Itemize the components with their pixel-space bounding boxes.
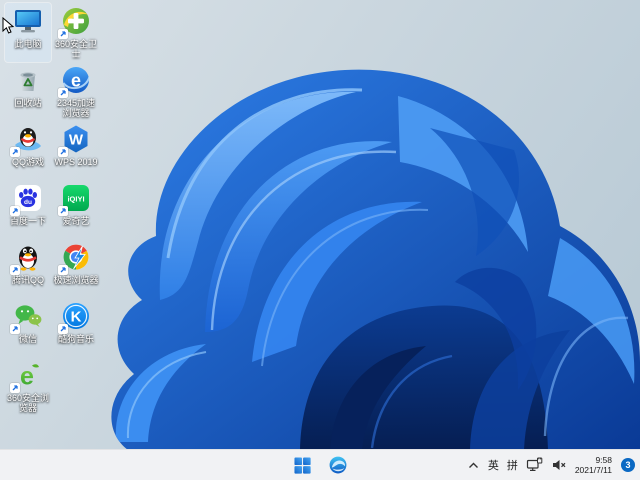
shortcut-arrow-icon [10, 324, 20, 334]
ime-mode-indicator[interactable]: 拼 [507, 457, 518, 473]
icon-label: 360安全卫士 [54, 39, 98, 59]
shortcut-arrow-icon [58, 147, 68, 157]
volume-muted-icon[interactable] [551, 457, 567, 473]
desktop-icon-baidu[interactable]: du 百度一下 [5, 180, 51, 239]
icon-label: 360安全浏览器 [6, 393, 50, 413]
edge-browser-button[interactable] [325, 452, 351, 478]
icon-label: 爱奇艺 [62, 216, 90, 226]
desktop[interactable]: 此电脑 回收站 QQ游戏 du 百度一下 腾讯QQ 微信 e 360安全浏览器 … [0, 0, 640, 450]
this-pc-icon [12, 5, 44, 37]
desktop-icon-qq-games[interactable]: QQ游戏 [5, 121, 51, 180]
shortcut-arrow-icon [10, 206, 20, 216]
svg-text:iQIYI: iQIYI [67, 195, 84, 204]
icon-label: QQ游戏 [11, 157, 44, 167]
desktop-icon-speed-browser[interactable]: 极速浏览器 [53, 239, 99, 298]
shortcut-arrow-icon [10, 383, 20, 393]
desktop-icon-grid: 此电脑 回收站 QQ游戏 du 百度一下 腾讯QQ 微信 e 360安全浏览器 … [4, 2, 100, 447]
desktop-icon-360-safety[interactable]: 360安全卫士 [53, 3, 99, 62]
icon-label: 此电脑 [14, 39, 42, 49]
desktop-icon-360-browser[interactable]: e 360安全浏览器 [5, 357, 51, 416]
speed-browser-icon [58, 241, 92, 275]
edge-icon [329, 456, 347, 474]
shortcut-arrow-icon [10, 147, 20, 157]
qq-games-icon [10, 123, 44, 157]
clock-date: 2021/7/11 [574, 465, 612, 475]
icon-label: 酷狗音乐 [57, 334, 94, 344]
baidu-paw-icon: du [10, 182, 44, 216]
svg-text:K: K [71, 309, 82, 326]
shortcut-arrow-icon [10, 265, 20, 275]
svg-text:W: W [69, 132, 84, 149]
tray-chevron-up-icon[interactable] [467, 459, 480, 472]
wechat-icon [10, 300, 44, 334]
icon-label: 回收站 [14, 98, 42, 108]
taskbar-center-icons [289, 452, 351, 478]
system-tray: 英 拼 9:58 2021/7/11 3 [467, 450, 635, 480]
desktop-icon-wps-2019[interactable]: W WPS 2019 [53, 121, 99, 180]
desktop-icon-2345-browser[interactable]: e 2345加速浏览器 [53, 62, 99, 121]
360-browser-icon: e [10, 359, 44, 393]
shortcut-arrow-icon [58, 206, 68, 216]
2345-browser-icon: e [58, 64, 92, 98]
desktop-icon-iqiyi[interactable]: iQIYI 爱奇艺 [53, 180, 99, 239]
recycle-bin-icon [12, 64, 44, 96]
360-safety-icon [58, 5, 92, 39]
shortcut-arrow-icon [58, 29, 68, 39]
icon-label: 微信 [18, 334, 37, 344]
icon-label: 2345加速浏览器 [56, 98, 96, 118]
ime-language-indicator[interactable]: 英 [488, 457, 499, 473]
desktop-icon-this-pc[interactable]: 此电脑 [4, 2, 52, 63]
network-ethernet-icon[interactable] [526, 457, 543, 473]
shortcut-arrow-icon [58, 88, 68, 98]
start-button[interactable] [289, 452, 315, 478]
taskbar: 英 拼 9:58 2021/7/11 3 [0, 449, 640, 480]
desktop-icon-kugou-music[interactable]: K 酷狗音乐 [53, 298, 99, 357]
icon-label: 极速浏览器 [53, 275, 99, 285]
svg-text:e: e [20, 363, 34, 391]
iqiyi-icon: iQIYI [58, 182, 92, 216]
notification-count-badge[interactable]: 3 [621, 458, 635, 472]
wps-icon: W [58, 123, 92, 157]
tencent-qq-icon [10, 241, 44, 275]
desktop-icon-tencent-qq[interactable]: 腾讯QQ [5, 239, 51, 298]
desktop-icon-recycle-bin[interactable]: 回收站 [5, 62, 51, 121]
icon-label: 百度一下 [9, 216, 46, 226]
kugou-icon: K [58, 300, 92, 334]
icon-label: WPS 2019 [54, 157, 98, 167]
shortcut-arrow-icon [58, 265, 68, 275]
clock[interactable]: 9:58 2021/7/11 [575, 455, 612, 475]
windows-logo-icon [293, 456, 311, 474]
shortcut-arrow-icon [58, 324, 68, 334]
desktop-icon-wechat[interactable]: 微信 [5, 298, 51, 357]
icon-label: 腾讯QQ [11, 275, 44, 285]
clock-time: 9:58 [595, 455, 612, 465]
svg-text:du: du [24, 199, 32, 206]
